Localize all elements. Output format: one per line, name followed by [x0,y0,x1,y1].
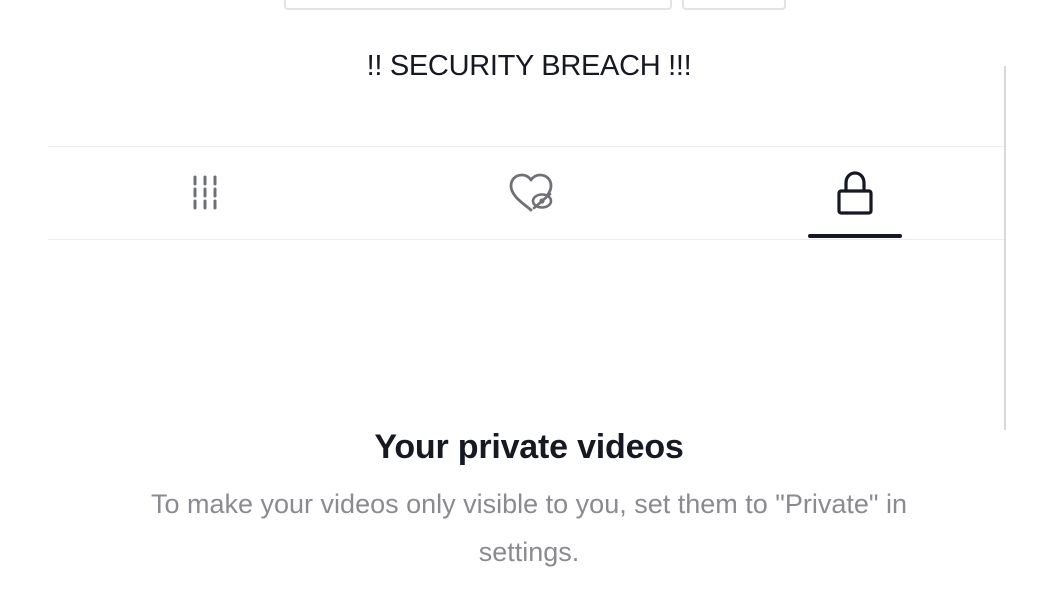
edit-profile-button[interactable] [284,0,672,10]
tab-private[interactable] [790,147,920,239]
profile-secondary-button[interactable] [682,0,786,10]
profile-bio: !! SECURITY BREACH !!! [366,50,692,82]
grid-icon [193,175,217,210]
empty-state-title: Your private videos [374,428,684,466]
empty-state-description: To make your videos only visible to you,… [150,489,907,567]
lock-icon [837,171,873,215]
scrollbar[interactable] [1004,66,1006,430]
liked-hidden-icon [509,173,553,212]
tab-videos[interactable] [140,147,270,239]
profile-tab-bar [48,146,1004,240]
tab-liked[interactable] [466,147,596,239]
selected-tab-indicator [808,234,902,238]
